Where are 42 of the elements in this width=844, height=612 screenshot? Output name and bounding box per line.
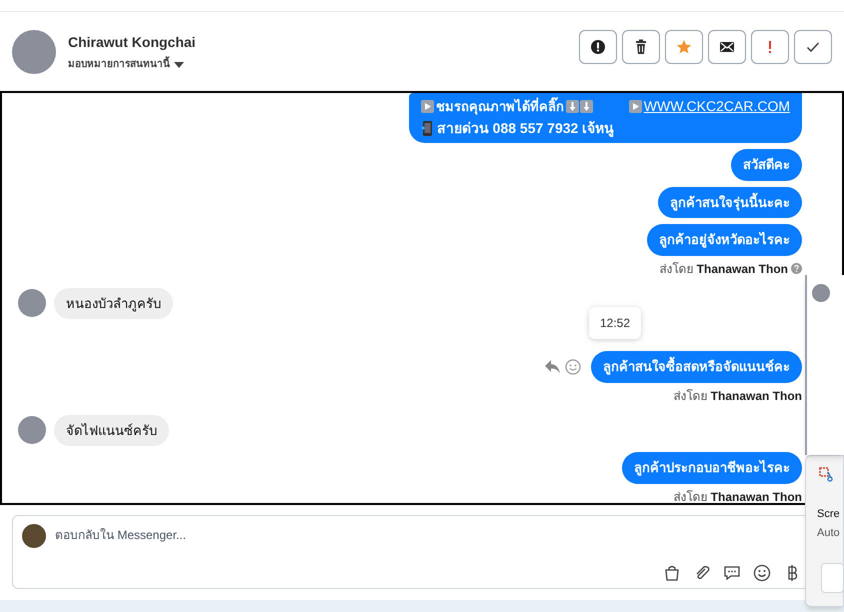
play-icon [420, 100, 434, 113]
avatar [22, 524, 46, 548]
trash-icon [633, 39, 649, 55]
message-bubble: ลูกค้าสนใจซื้อสดหรือจัดแนนช์คะ [591, 351, 802, 382]
sender-note: ส่งโดย Thanawan Thon [673, 488, 802, 503]
speech-bubble-icon[interactable] [723, 564, 741, 582]
message-bubble: ลูกค้าอยู่จังหวัดอะไรคะ [647, 224, 802, 256]
notification-text: Scre [817, 507, 840, 522]
alert-button[interactable] [579, 30, 617, 64]
message-bubble: สวัสดีคะ [731, 149, 802, 180]
reply-input[interactable]: ตอบกลับใน Messenger... [55, 526, 555, 544]
phone-icon [420, 121, 433, 136]
exclamation-button[interactable] [751, 30, 789, 64]
message-bubble: หนองบัวลำภูครับ [54, 288, 173, 319]
star-button[interactable] [665, 30, 703, 64]
checkmark-button[interactable] [794, 30, 832, 64]
caret-icon [174, 62, 184, 68]
website-link[interactable]: WWW.CKC2CAR.COM [644, 96, 790, 117]
emoji-icon[interactable] [753, 564, 771, 582]
contact-name: Chirawut Kongchai [68, 33, 196, 52]
alert-icon [590, 39, 606, 55]
star-icon [676, 39, 692, 55]
play-icon [628, 100, 642, 113]
message-bubble: ลูกค้าประกอบอาชีพอะไรคะ [622, 452, 802, 484]
envelope-icon [719, 39, 735, 55]
message-text: ชมรถคุณภาพได้ที่คลิ๊ก [436, 96, 564, 116]
message-bubble: ลูกค้าสนใจรุ่นนี้นะคะ [658, 186, 802, 218]
avatar [18, 289, 46, 318]
notification-text: Auto [817, 526, 840, 541]
avatar [18, 416, 46, 444]
bag-icon[interactable] [663, 564, 681, 582]
snipping-tool-icon [819, 467, 835, 483]
message-text: สายด่วน 088 557 7932 เจ้หนู [436, 119, 614, 139]
avatar [12, 30, 56, 74]
assign-dropdown[interactable]: มอบหมายการสนทนานี้ [68, 57, 196, 72]
sender-note: ส่งโดย Thanawan Thon [673, 388, 802, 404]
message-bubble: จัดไฟแนนซ์ครับ [54, 414, 169, 446]
trash-button[interactable] [622, 30, 660, 64]
time-tooltip: 12:52 [589, 307, 642, 339]
envelope-button[interactable] [708, 30, 746, 64]
sender-note: ส่งโดย Thanawan Thon [659, 260, 788, 278]
reply-icon[interactable] [545, 360, 561, 374]
